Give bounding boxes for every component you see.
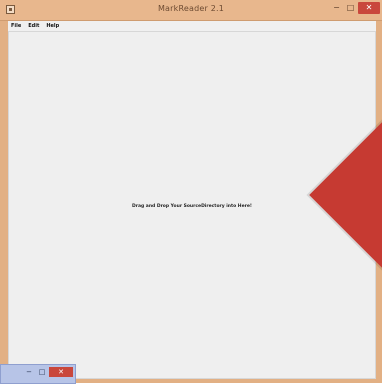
mini-minimize-button[interactable]: −	[23, 367, 35, 377]
minimize-button[interactable]: −	[330, 2, 343, 14]
window-controls: − □ ✕	[329, 2, 380, 14]
taskbar-window-preview[interactable]: − □ ✕	[0, 364, 76, 384]
title-bar[interactable]: MarkReader 2.1 − □ ✕	[0, 0, 382, 21]
close-button[interactable]: ✕	[358, 2, 380, 14]
menu-edit[interactable]: Edit	[28, 21, 39, 31]
menu-bar: File Edit Help	[8, 21, 376, 31]
mini-close-button[interactable]: ✕	[49, 367, 73, 377]
mini-maximize-button[interactable]: □	[36, 367, 48, 377]
mini-window-controls: − □ ✕	[22, 367, 73, 377]
maximize-button[interactable]: □	[344, 2, 357, 14]
menu-file[interactable]: File	[11, 21, 21, 31]
app-window: MarkReader 2.1 − □ ✕ File Edit Help Drag…	[0, 0, 382, 383]
window-title: MarkReader 2.1	[157, 4, 225, 13]
menu-help[interactable]: Help	[46, 21, 59, 31]
